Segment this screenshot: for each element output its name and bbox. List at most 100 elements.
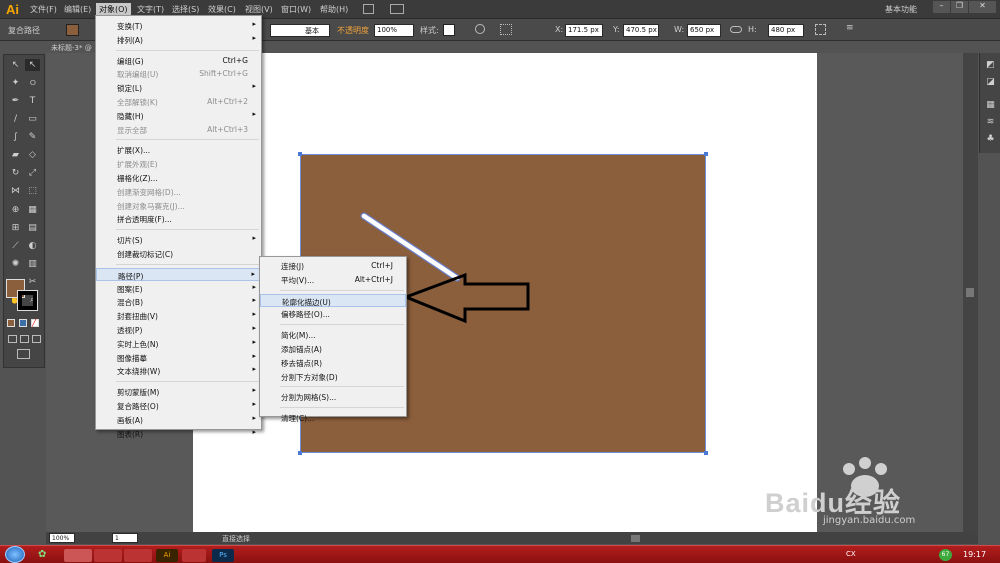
lasso-tool-icon[interactable]: ഠ	[25, 77, 40, 89]
object-menu-item-11[interactable]: 扩展外观(E)	[96, 157, 261, 170]
color-panel-icon[interactable]: ◩	[983, 59, 998, 71]
object-menu-item-6[interactable]: 全部解锁(K) Alt+Ctrl+2	[96, 95, 261, 108]
constrain-link-icon[interactable]	[730, 26, 742, 33]
object-menu-item-1[interactable]: 排列(A) ▸	[96, 33, 261, 46]
path-submenu-item-7[interactable]: 添加锚点(A)	[260, 342, 406, 355]
object-menu-item-0[interactable]: 变换(T) ▸	[96, 19, 261, 32]
free-transform-tool-icon[interactable]: ⬚	[25, 185, 40, 197]
swatches-panel-icon[interactable]: ▦	[983, 99, 998, 111]
paintbrush-tool-icon[interactable]: ∫	[8, 131, 23, 143]
photoshop-taskbar-icon[interactable]: Ps	[212, 549, 234, 562]
page-number[interactable]: 1	[112, 533, 138, 543]
object-menu-item-25[interactable]: 实时上色(N) ▸	[96, 337, 261, 350]
menu-file[interactable]: 文件(F)	[28, 4, 59, 17]
bridge-icon[interactable]	[363, 4, 374, 14]
magic-wand-tool-icon[interactable]: ✦	[8, 77, 23, 89]
width-tool-icon[interactable]: ⋈	[8, 185, 23, 197]
transform-icon[interactable]	[815, 24, 826, 35]
draw-inside-icon[interactable]	[32, 335, 41, 343]
path-submenu-item-8[interactable]: 移去锚点(R)	[260, 356, 406, 369]
menu-edit[interactable]: 编辑(E)	[62, 4, 93, 17]
horizontal-scroll-thumb[interactable]	[631, 535, 640, 542]
object-menu-item-29[interactable]: 剪切蒙版(M) ▸	[96, 385, 261, 398]
eraser-tool-icon[interactable]: ◇	[25, 149, 40, 161]
color-mode-icon[interactable]	[7, 319, 15, 327]
app-icon[interactable]: ✿	[38, 549, 46, 560]
symbol-sprayer-tool-icon[interactable]: ✺	[8, 258, 23, 270]
screen-mode-icon[interactable]	[17, 349, 30, 359]
object-menu-item-31[interactable]: 画板(A) ▸	[96, 413, 261, 426]
direct-selection-tool-icon[interactable]: ↖	[25, 59, 40, 71]
ime-indicator[interactable]: CX	[846, 550, 856, 558]
selection-tool-icon[interactable]: ↖	[8, 59, 23, 71]
object-menu-item-22[interactable]: 混合(B) ▸	[96, 295, 261, 308]
object-menu-item-27[interactable]: 文本绕排(W) ▸	[96, 364, 261, 377]
eyedropper-tool-icon[interactable]: ⟋	[8, 240, 23, 252]
panel-menu-icon[interactable]: ≡	[846, 23, 854, 33]
anchor-point[interactable]	[704, 152, 708, 156]
object-menu-item-14[interactable]: 创建对象马赛克(J)...	[96, 199, 261, 212]
path-submenu-item-3[interactable]: 轮廓化描边(U)	[260, 293, 406, 307]
explorer-taskbar-icon[interactable]	[182, 549, 206, 562]
security-badge[interactable]: 67	[939, 549, 952, 561]
start-button[interactable]	[5, 546, 25, 563]
object-menu-item-30[interactable]: 复合路径(O) ▸	[96, 399, 261, 412]
menu-window[interactable]: 窗口(W)	[279, 4, 313, 17]
shape-builder-tool-icon[interactable]: ⊕	[8, 204, 23, 216]
object-menu-item-21[interactable]: 图案(E) ▸	[96, 282, 261, 295]
slice-tool-icon[interactable]: ✂	[25, 276, 40, 288]
path-submenu-item-0[interactable]: 连接(J) Ctrl+J	[260, 259, 406, 272]
object-menu-item-4[interactable]: 取消编组(U) Shift+Ctrl+G	[96, 67, 261, 80]
gradient-tool-icon[interactable]: ▤	[25, 222, 40, 234]
arrange-docs-icon[interactable]	[390, 4, 404, 14]
anchor-point[interactable]	[704, 451, 708, 455]
object-menu-item-12[interactable]: 栅格化(Z)...	[96, 171, 261, 184]
object-menu-item-17[interactable]: 切片(S) ▸	[96, 233, 261, 246]
object-menu-item-8[interactable]: 显示全部 Alt+Ctrl+3	[96, 123, 261, 136]
blend-tool-icon[interactable]: ◐	[25, 240, 40, 252]
object-menu-item-10[interactable]: 扩展(X)...	[96, 143, 261, 156]
object-menu-item-15[interactable]: 拼合透明度(F)...	[96, 212, 261, 225]
mesh-tool-icon[interactable]: ⊞	[8, 222, 23, 234]
y-input[interactable]: 470.5 px	[623, 24, 659, 37]
draw-normal-icon[interactable]	[8, 335, 17, 343]
object-menu-item-13[interactable]: 创建渐变网格(D)...	[96, 185, 261, 198]
type-tool-icon[interactable]: T	[25, 95, 40, 107]
object-menu-item-26[interactable]: 图像描摹 ▸	[96, 351, 261, 364]
wechat-taskbar-icon[interactable]	[64, 549, 92, 562]
illustrator-taskbar-icon[interactable]: Ai	[156, 549, 178, 562]
path-submenu-item-9[interactable]: 分割下方对象(D)	[260, 370, 406, 383]
anchor-point[interactable]	[298, 152, 302, 156]
maximize-button[interactable]: ❐	[951, 1, 968, 13]
browser-taskbar-icon[interactable]	[94, 549, 122, 562]
zoom-level[interactable]: 100%	[49, 533, 75, 543]
opacity-input[interactable]: 100%	[374, 24, 414, 37]
anchor-point[interactable]	[298, 451, 302, 455]
perspective-grid-tool-icon[interactable]: ▦	[25, 204, 40, 216]
align-icon[interactable]	[500, 24, 512, 35]
recolor-icon[interactable]	[475, 24, 485, 34]
height-input[interactable]: 480 px	[768, 24, 804, 37]
vertical-scrollbar[interactable]	[963, 53, 978, 532]
gradient-mode-icon[interactable]	[19, 319, 27, 327]
object-menu-item-7[interactable]: 隐藏(H) ▸	[96, 109, 261, 122]
scale-tool-icon[interactable]: ⤢	[25, 167, 40, 179]
path-submenu-item-11[interactable]: 分割为网格(S)...	[260, 390, 406, 403]
pencil-tool-icon[interactable]: ✎	[25, 131, 40, 143]
object-menu-item-3[interactable]: 编组(G) Ctrl+G	[96, 54, 261, 67]
width-input[interactable]: 650 px	[687, 24, 721, 37]
blob-brush-tool-icon[interactable]: ▰	[8, 149, 23, 161]
opacity-label[interactable]: 不透明度	[337, 25, 369, 36]
path-submenu-item-1[interactable]: 平均(V)... Alt+Ctrl+J	[260, 273, 406, 286]
object-menu-item-18[interactable]: 创建裁切标记(C)	[96, 247, 261, 260]
object-menu-item-5[interactable]: 锁定(L) ▸	[96, 81, 261, 94]
fill-swatch[interactable]	[66, 24, 79, 36]
close-button[interactable]: ✕	[969, 1, 996, 13]
object-menu-item-24[interactable]: 透视(P) ▸	[96, 323, 261, 336]
menu-help[interactable]: 帮助(H)	[318, 4, 350, 17]
rotate-tool-icon[interactable]: ↻	[8, 167, 23, 179]
minimize-button[interactable]: –	[933, 1, 950, 13]
workspace-switcher[interactable]: 基本功能	[885, 4, 917, 15]
none-mode-icon[interactable]: ╱	[31, 319, 39, 327]
pen-tool-icon[interactable]: ✒	[8, 95, 23, 107]
